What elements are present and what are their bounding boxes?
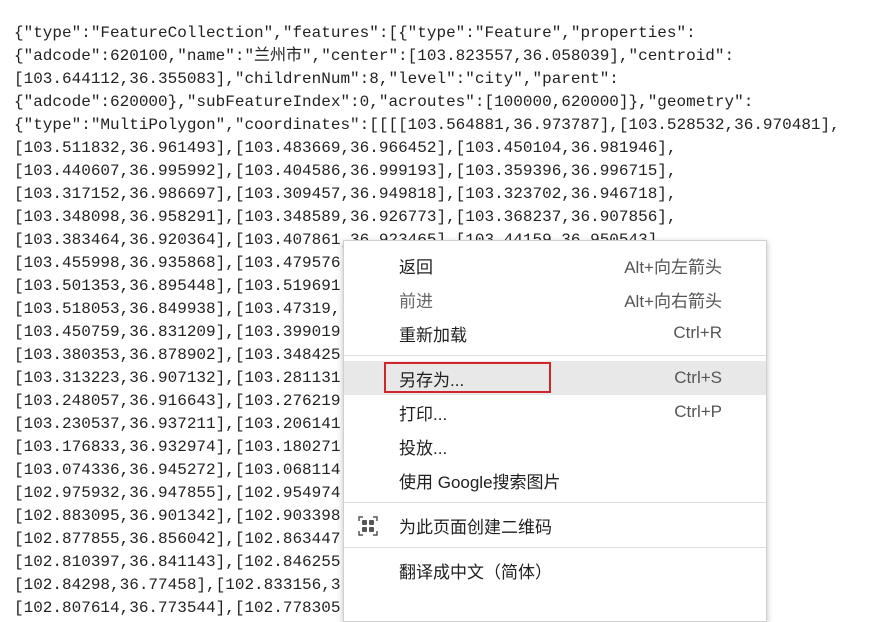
- json-line: [103.317152,36.986697],[103.309457,36.94…: [14, 183, 840, 206]
- json-line: {"adcode":620000},"subFeatureIndex":0,"a…: [14, 91, 840, 114]
- menu-separator: [344, 502, 766, 503]
- menu-item-google-image-search[interactable]: 使用 Google搜索图片: [344, 463, 766, 497]
- highlight-box: [384, 362, 551, 393]
- menu-item-label: 前进: [399, 287, 433, 312]
- json-line: [103.348098,36.958291],[103.348589,36.92…: [14, 206, 840, 229]
- menu-item-print[interactable]: 打印... Ctrl+P: [344, 395, 766, 429]
- menu-item-shortcut: Alt+向左箭头: [624, 253, 722, 278]
- menu-item-forward[interactable]: 前进 Alt+向右箭头: [344, 282, 766, 316]
- menu-item-translate[interactable]: 翻译成中文（简体）: [344, 553, 766, 587]
- menu-item-label: 重新加载: [399, 321, 467, 346]
- json-line: [103.511832,36.961493],[103.483669,36.96…: [14, 137, 840, 160]
- menu-item-save-as[interactable]: 另存为... Ctrl+S: [344, 361, 766, 395]
- menu-item-label: 为此页面创建二维码: [399, 513, 552, 538]
- json-line: [103.644112,36.355083],"childrenNum":8,"…: [14, 68, 840, 91]
- menu-item-label: 翻译成中文（简体）: [399, 558, 552, 583]
- json-line: {"type":"FeatureCollection","features":[…: [14, 22, 840, 45]
- menu-separator: [344, 355, 766, 356]
- menu-item-label: 使用 Google搜索图片: [399, 468, 561, 493]
- menu-item-label: 打印...: [399, 400, 447, 425]
- json-line: {"adcode":620100,"name":"兰州市","center":[…: [14, 45, 840, 68]
- context-menu: 返回 Alt+向左箭头 前进 Alt+向右箭头 重新加载 Ctrl+R 另存为.…: [343, 240, 767, 622]
- qr-code-icon: [358, 516, 378, 536]
- menu-item-shortcut: Ctrl+S: [674, 368, 722, 388]
- menu-separator: [344, 547, 766, 548]
- menu-item-shortcut: Ctrl+P: [674, 402, 722, 422]
- menu-item-label: 返回: [399, 253, 433, 278]
- menu-item-cast[interactable]: 投放...: [344, 429, 766, 463]
- menu-item-shortcut: Alt+向右箭头: [624, 287, 722, 312]
- menu-item-qr-code[interactable]: 为此页面创建二维码: [344, 508, 766, 542]
- menu-item-back[interactable]: 返回 Alt+向左箭头: [344, 248, 766, 282]
- json-line: {"type":"MultiPolygon","coordinates":[[[…: [14, 114, 840, 137]
- menu-item-shortcut: Ctrl+R: [673, 323, 722, 343]
- menu-item-label: 投放...: [399, 434, 447, 459]
- menu-item-reload[interactable]: 重新加载 Ctrl+R: [344, 316, 766, 350]
- json-line: [103.440607,36.995992],[103.404586,36.99…: [14, 160, 840, 183]
